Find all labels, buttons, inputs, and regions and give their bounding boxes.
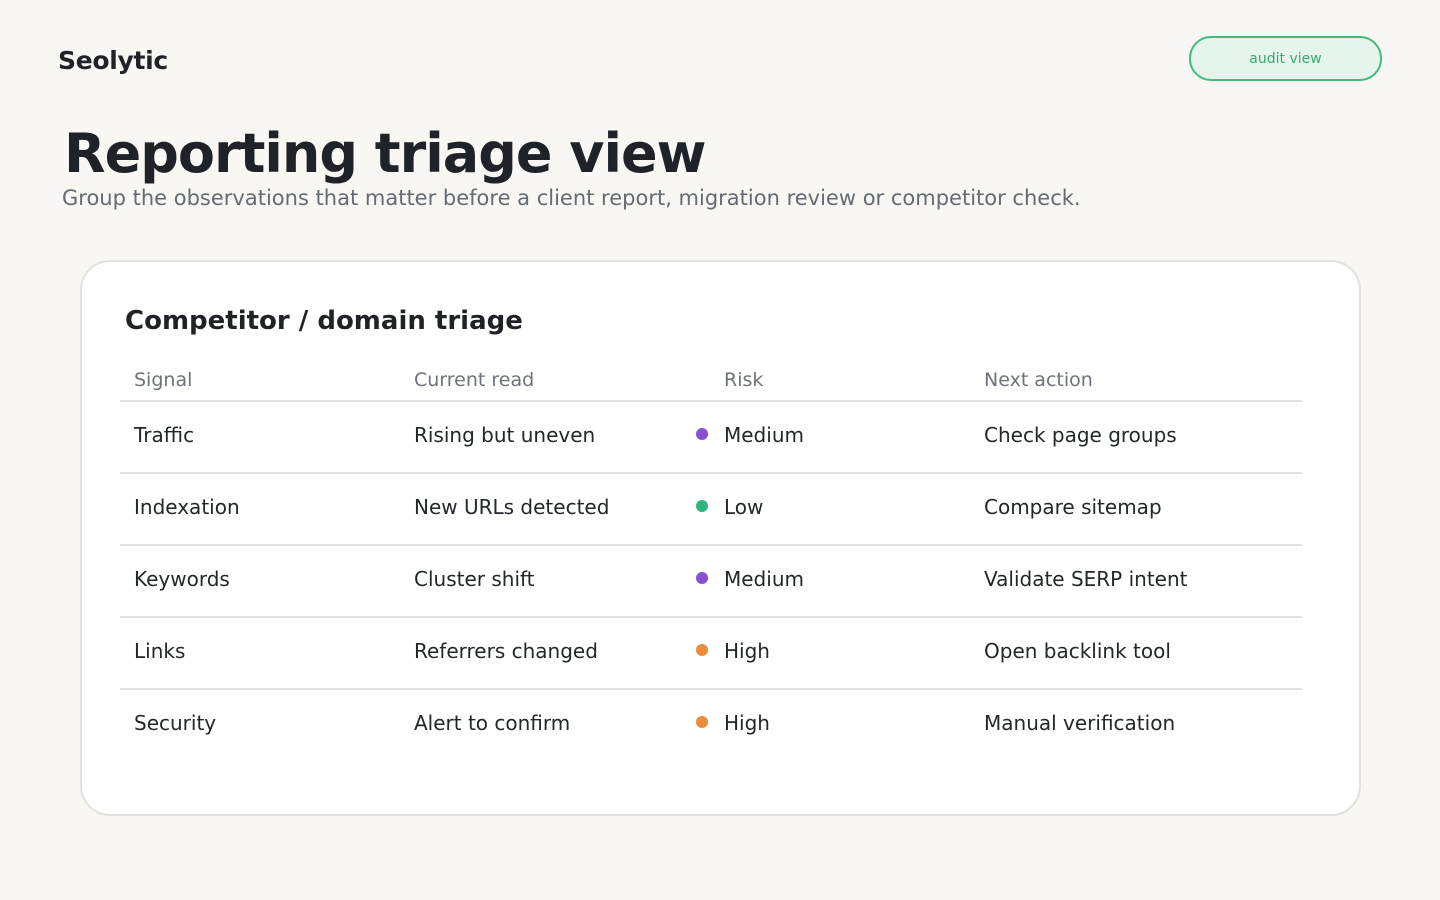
top-bar: Seolytic audit view	[0, 0, 1440, 120]
signal-cell: Indexation	[134, 495, 240, 519]
card-title: Competitor / domain triage	[125, 306, 523, 336]
table-row: Traffic Rising but uneven Medium Check p…	[120, 402, 1302, 474]
signal-cell: Links	[134, 639, 186, 663]
brand-logo: Seolytic	[58, 46, 168, 75]
risk-cell: Low	[724, 495, 764, 519]
risk-dot-icon	[696, 644, 708, 656]
risk-dot-icon	[696, 716, 708, 728]
column-header-risk: Risk	[724, 369, 764, 391]
risk-cell: High	[724, 639, 770, 663]
risk-dot-icon	[696, 572, 708, 584]
current-read-cell: Referrers changed	[414, 639, 598, 663]
column-header-current-read: Current read	[414, 369, 535, 391]
table-row: Keywords Cluster shift Medium Validate S…	[120, 546, 1302, 618]
next-action-cell: Validate SERP intent	[984, 567, 1188, 591]
next-action-cell: Manual verification	[984, 711, 1176, 735]
signal-cell: Traffic	[134, 423, 195, 447]
page-subtitle: Group the observations that matter befor…	[62, 186, 1081, 210]
risk-cell: Medium	[724, 423, 804, 447]
next-action-cell: Open backlink tool	[984, 639, 1171, 663]
signal-cell: Keywords	[134, 567, 230, 591]
table-row: Security Alert to confirm High Manual ve…	[120, 690, 1302, 762]
current-read-cell: Alert to confirm	[414, 711, 571, 735]
next-action-cell: Compare sitemap	[984, 495, 1162, 519]
triage-card: Competitor / domain triage Signal Curren…	[80, 260, 1361, 816]
signal-cell: Security	[134, 711, 217, 735]
table-row: Links Referrers changed High Open backli…	[120, 618, 1302, 690]
table-header: Signal Current read Risk Next action	[120, 364, 1302, 402]
risk-cell: High	[724, 711, 770, 735]
triage-table: Signal Current read Risk Next action Tra…	[120, 364, 1302, 762]
current-read-cell: New URLs detected	[414, 495, 610, 519]
page-title: Reporting triage view	[64, 122, 707, 185]
risk-dot-icon	[696, 500, 708, 512]
table-row: Indexation New URLs detected Low Compare…	[120, 474, 1302, 546]
column-header-signal: Signal	[134, 369, 193, 391]
risk-cell: Medium	[724, 567, 804, 591]
next-action-cell: Check page groups	[984, 423, 1177, 447]
current-read-cell: Rising but uneven	[414, 423, 596, 447]
audit-view-button[interactable]: audit view	[1189, 36, 1382, 81]
current-read-cell: Cluster shift	[414, 567, 535, 591]
column-header-next-action: Next action	[984, 369, 1093, 391]
risk-dot-icon	[696, 428, 708, 440]
